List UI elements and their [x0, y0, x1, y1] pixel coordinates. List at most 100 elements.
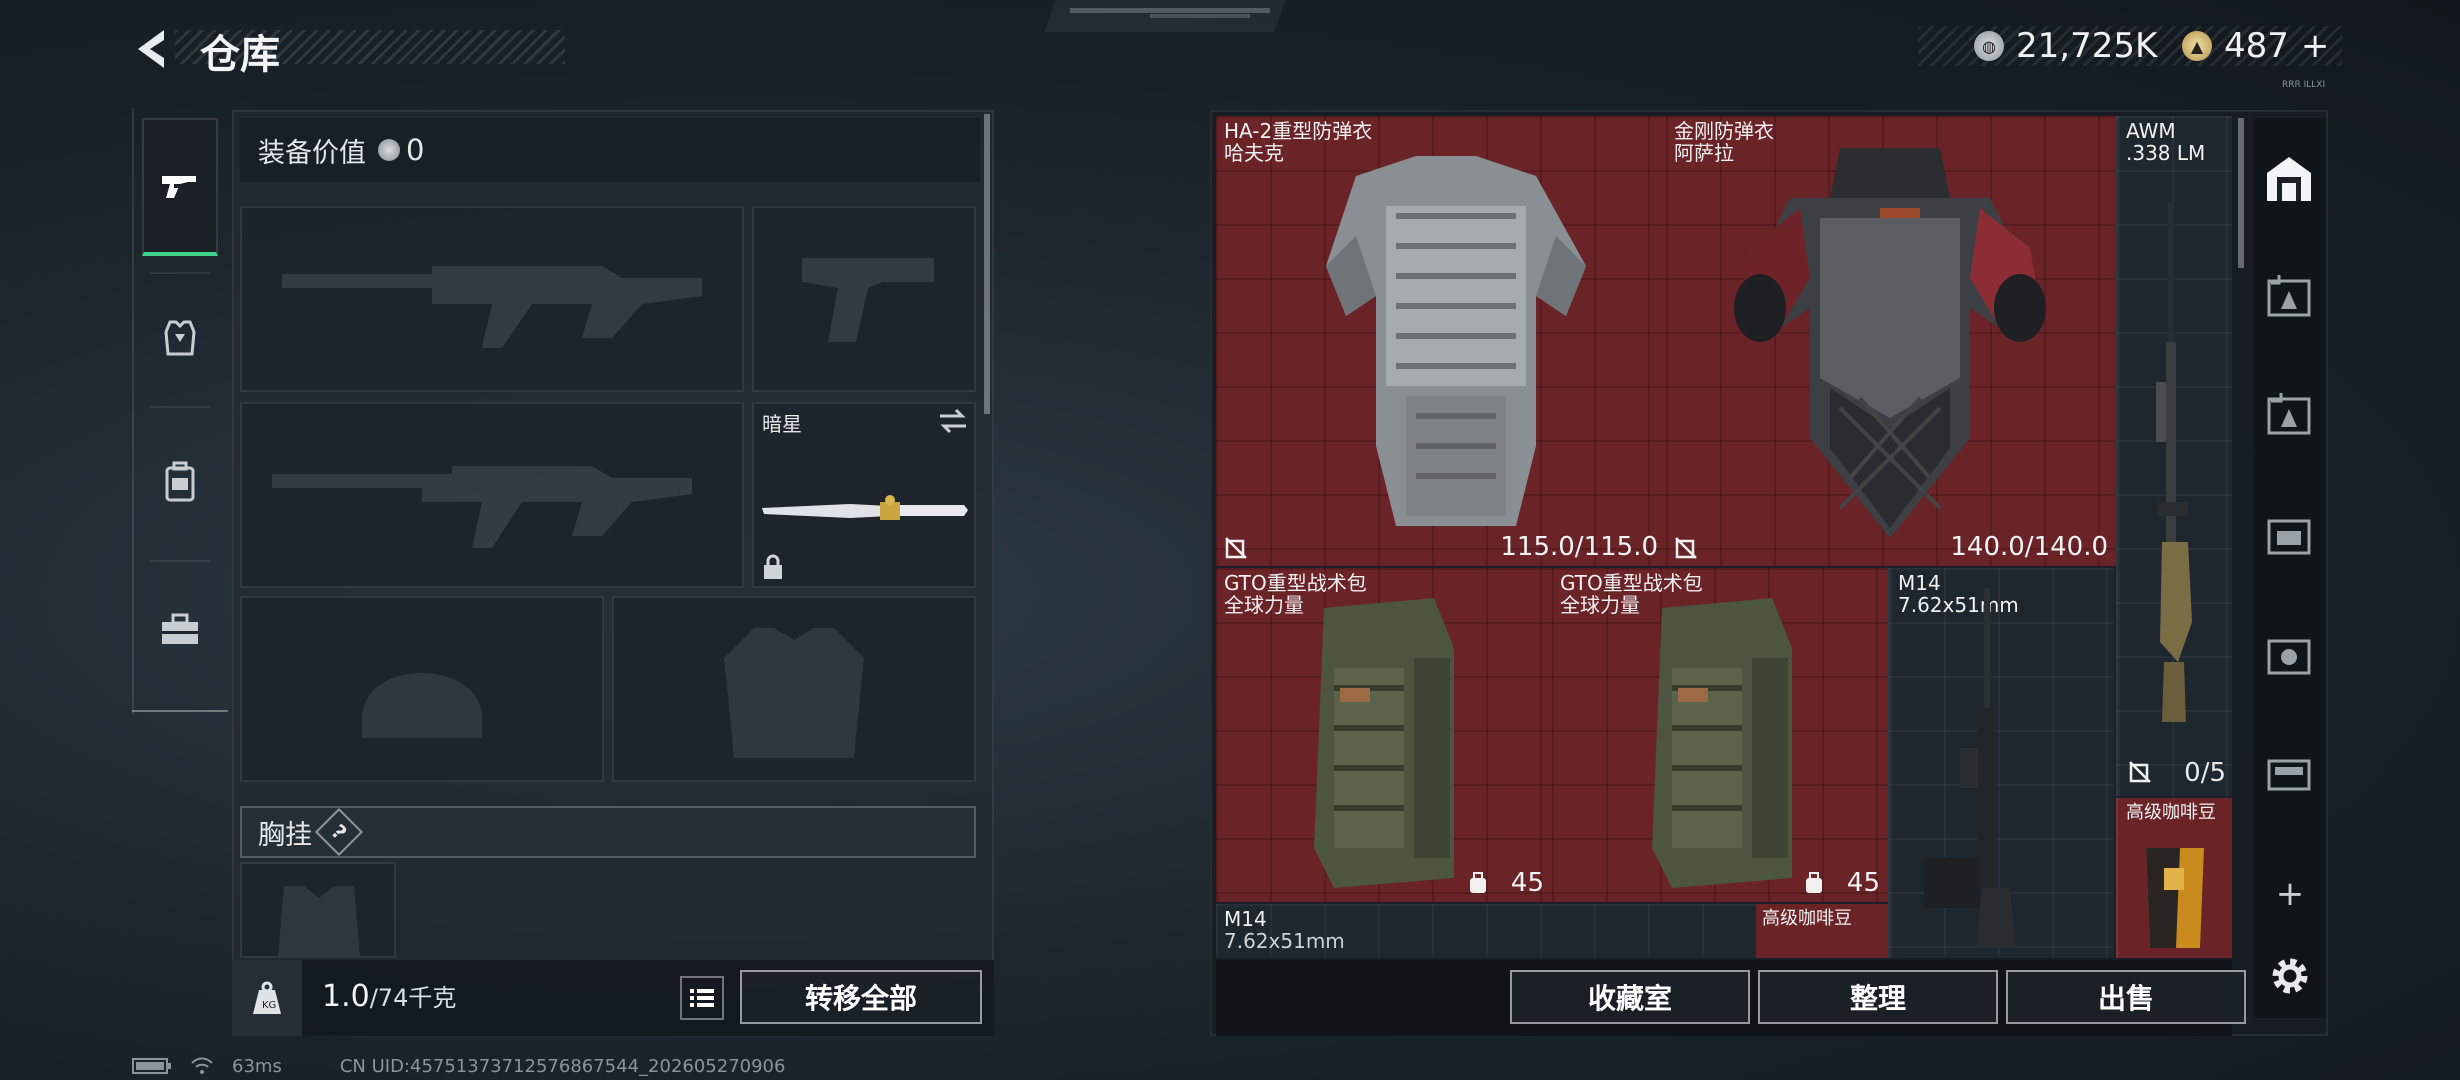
item-m14-2[interactable]: M14 7.62x51mm	[1216, 904, 1756, 958]
no-repair-icon	[2129, 761, 2151, 783]
durability: 140.0/140.0	[1950, 532, 2108, 562]
melee-name: 暗星	[762, 412, 802, 436]
secondary-weapon-slot[interactable]	[240, 402, 744, 588]
item-sub: 7.62x51mm	[1224, 929, 1345, 953]
capacity: 45	[1510, 868, 1544, 898]
currency-silver-value: 21,725K	[2016, 26, 2158, 66]
back-button[interactable]	[130, 24, 180, 74]
pistol-silhouette-icon	[802, 258, 934, 342]
storage-tab-icon	[2267, 393, 2311, 435]
no-repair-icon	[1675, 537, 1697, 559]
capacity: 45	[1846, 868, 1880, 898]
tab-storage-1[interactable]	[2254, 262, 2324, 332]
nav-separator	[150, 406, 210, 408]
item-name: M14	[1224, 907, 1267, 931]
storage-scrollbar[interactable]	[2238, 118, 2244, 268]
chest-rig-label: 胸挂	[258, 819, 312, 851]
backpack-icon	[1314, 598, 1454, 888]
add-storage-button[interactable]: +	[2270, 874, 2310, 914]
item-backpack-gto-2[interactable]: GTO重型战术包 全球力量 45	[1552, 568, 1888, 902]
transfer-all-button[interactable]: 转移全部	[740, 970, 982, 1024]
capacity-icon	[1806, 872, 1822, 893]
coffee-bag-icon	[2146, 848, 2204, 948]
ping: 63ms	[232, 1055, 282, 1077]
nav-armor[interactable]	[142, 300, 218, 376]
item-name: AWM	[2126, 119, 2176, 143]
no-repair-icon	[1225, 537, 1247, 559]
item-backpack-gto-1[interactable]: GTO重型战术包 全球力量 45	[1216, 568, 1552, 902]
page-title: 仓库	[200, 32, 280, 78]
item-armor-jingang[interactable]: 金刚防弹衣 阿萨拉 140.0/140.0	[1666, 116, 2116, 566]
nav-separator	[150, 272, 210, 274]
uid: CN UID:4575137371257686754​4_20260527090…	[339, 1055, 786, 1077]
nav-toolbox[interactable]	[142, 592, 218, 668]
durability: 115.0/115.0	[1500, 532, 1658, 562]
tab-storage-4[interactable]	[2254, 620, 2324, 690]
weight-icon-box: KG	[232, 960, 302, 1036]
nav-backpack[interactable]	[142, 444, 218, 520]
helmet-slot[interactable]	[240, 596, 604, 782]
armor-slot[interactable]	[612, 596, 976, 782]
item-awm[interactable]: AWM .338 LM 0/5	[2116, 116, 2232, 796]
item-coffee-2[interactable]: 高级咖啡豆	[1756, 904, 1888, 958]
ammo-count: 0/5	[2184, 758, 2226, 788]
backpack-icon	[1652, 598, 1792, 888]
chest-rig-silhouette-icon	[278, 886, 360, 956]
jingang-armor-icon	[1734, 148, 2046, 538]
chest-rig-header: 胸挂 ?	[240, 806, 976, 858]
gear-icon	[2272, 958, 2308, 994]
nav-bottom-line	[132, 710, 228, 712]
item-name: 高级咖啡豆	[1762, 908, 1852, 929]
item-sub: .338 LM	[2126, 141, 2206, 165]
item-m14-1[interactable]: M14 7.62x51mm	[1888, 568, 2114, 958]
settings-button[interactable]	[2266, 952, 2314, 1000]
armor-vest-icon	[164, 320, 196, 356]
swap-icon[interactable]	[938, 408, 968, 434]
svg-text:KG: KG	[262, 1000, 276, 1011]
rifle-icon	[1924, 588, 2016, 948]
melee-slot[interactable]: 暗星	[752, 402, 976, 588]
list-icon	[690, 989, 714, 1007]
battery-icon	[132, 1058, 171, 1074]
storage-tab-icon	[2267, 519, 2311, 555]
weight-icon: KG	[253, 981, 281, 1014]
tab-all-storage[interactable]	[2254, 144, 2324, 214]
pistol-slot[interactable]	[752, 206, 976, 392]
rifle-silhouette-icon	[272, 466, 692, 548]
nav-separator	[150, 560, 210, 562]
chest-rig-slot[interactable]	[240, 862, 396, 958]
item-coffee-1[interactable]: 高级咖啡豆	[2116, 798, 2232, 958]
storage-grid: HA-2重型防弹衣 哈夫克 115.0/115.0 金刚防弹衣 阿萨拉 140.0/…	[1216, 116, 2232, 958]
primary-weapon-slot[interactable]	[240, 206, 744, 392]
tab-storage-3[interactable]	[2254, 500, 2324, 570]
collection-room-button[interactable]: 收藏室	[1510, 970, 1750, 1024]
status-bar: 63ms CN UID:4575137371257686754​4_202605…	[132, 1054, 785, 1078]
item-armor-ha2[interactable]: HA-2重型防弹衣 哈夫克 115.0/115.0	[1216, 116, 1666, 566]
tab-storage-2[interactable]	[2254, 380, 2324, 450]
organize-button[interactable]: 整理	[1758, 970, 1998, 1024]
storage-tab-icon	[2267, 759, 2311, 791]
currency-add-icon[interactable]: +	[2301, 26, 2330, 66]
nav-weapons[interactable]	[142, 118, 218, 256]
storage-tab-icon	[2267, 639, 2311, 675]
backpack-icon	[165, 461, 195, 502]
back-arrow-icon	[138, 30, 164, 68]
weight-capacity: /74千克	[369, 984, 457, 1012]
currency-silver: ◍ 21,725K	[1974, 26, 2157, 66]
item-name: HA-2重型防弹衣	[1224, 119, 1373, 143]
pistol-icon	[162, 176, 196, 198]
panel-scrollbar[interactable]	[984, 114, 990, 414]
sell-button[interactable]: 出售	[2006, 970, 2246, 1024]
item-name: 高级咖啡豆	[2126, 802, 2216, 823]
small-label: RRR ILLXI	[2282, 80, 2326, 90]
sniper-rifle-icon	[2156, 202, 2192, 722]
rifle-silhouette-icon	[282, 266, 702, 348]
tab-storage-5[interactable]	[2254, 738, 2324, 808]
storage-tab-icon	[2267, 275, 2311, 317]
currency-gold[interactable]: ▲ 487 +	[2182, 26, 2329, 66]
list-view-button[interactable]	[680, 976, 724, 1020]
equip-value-row: 装备价值 0	[240, 118, 980, 182]
heavy-armor-icon	[1326, 156, 1586, 526]
help-icon[interactable]: ?	[314, 807, 364, 857]
wifi-icon	[191, 1057, 213, 1074]
